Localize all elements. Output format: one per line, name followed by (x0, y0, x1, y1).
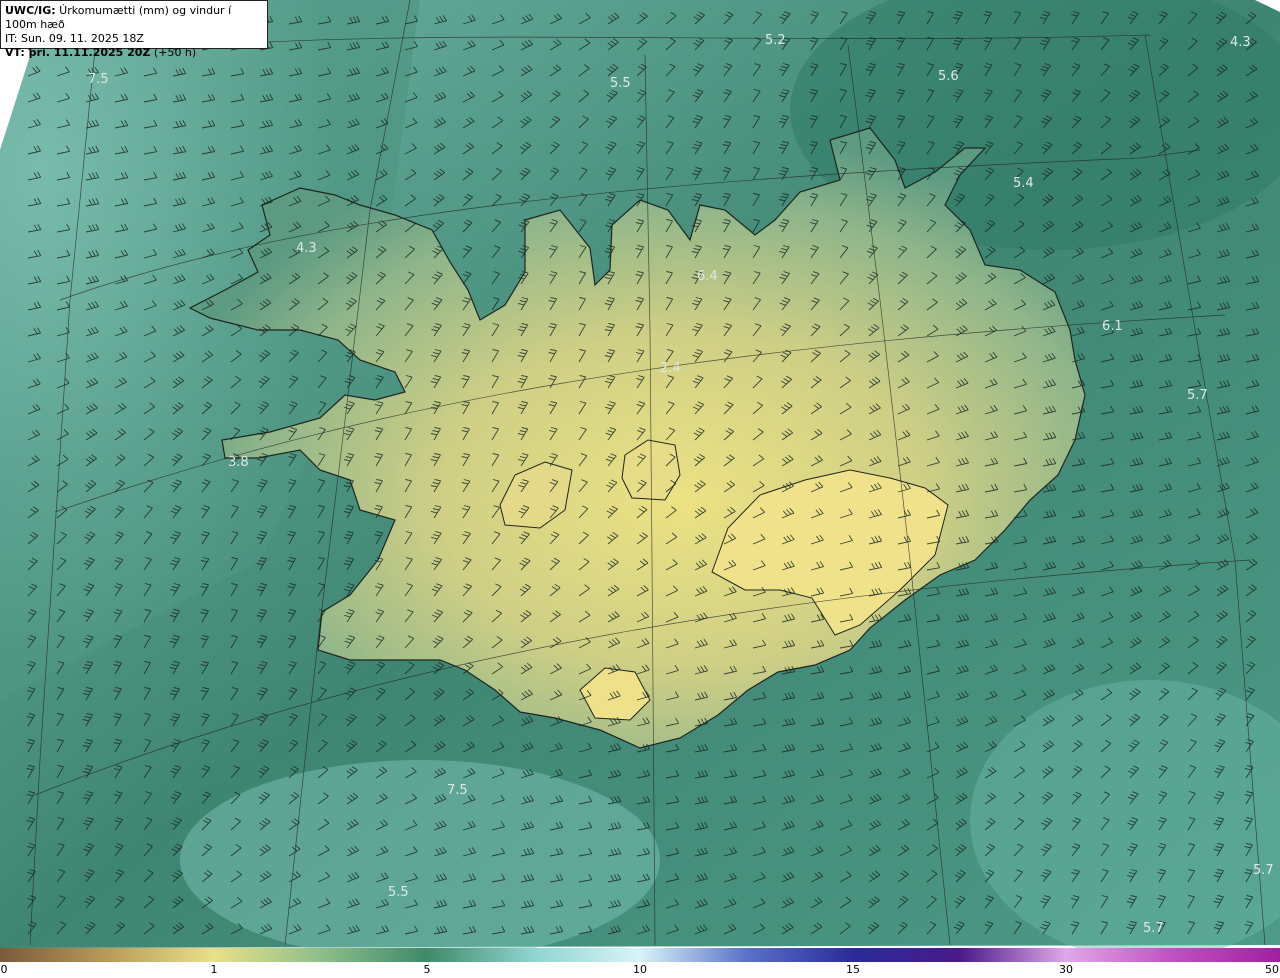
scale-tick: 10 (633, 963, 647, 976)
map-label: 5.7 (1253, 863, 1274, 878)
map-label: 6.1 (1102, 319, 1123, 334)
valid-time: þri. 11.11.2025 20Z (24, 46, 151, 59)
valid-prefix: VT: (5, 46, 25, 59)
colour-scale-labels: 0 1 5 10 15 30 50 (0, 962, 1280, 978)
map-label: 7.5 (88, 72, 109, 87)
scale-tick: 15 (846, 963, 860, 976)
map-info-box: UWC/IG: Úrkomumætti (mm) og vindur í 100… (0, 0, 268, 59)
scale-tick: 5 (423, 963, 431, 976)
title-line: UWC/IG: Úrkomumætti (mm) og vindur í 100… (5, 4, 263, 32)
map-label: 5.5 (610, 76, 631, 91)
map-label: 5.7 (1187, 388, 1208, 403)
map-label: 6.4 (697, 269, 718, 284)
map-label: 4.3 (296, 241, 317, 256)
scale-tick: 30 (1059, 963, 1073, 976)
model-name: UWC/IG: (5, 4, 56, 17)
map-label: 5.6 (938, 69, 959, 84)
valid-time-line: VT: þri. 11.11.2025 20Z (+50 h) (5, 46, 263, 60)
weather-map: 5.2 4.3 7.5 5.5 5.6 5.4 4.3 6.4 6.1 5.7 … (0, 0, 1280, 962)
scale-tick: 50 (1265, 963, 1279, 976)
forecast-offset: (+50 h) (150, 46, 197, 59)
map-label: 7.5 (447, 783, 468, 798)
issue-time: IT: Sun. 09. 11. 2025 18Z (5, 32, 144, 45)
map-label: 5.5 (388, 885, 409, 900)
map-label: 5.2 (765, 33, 786, 48)
map-label: 5.4 (1013, 176, 1034, 191)
map-label: 2.4 (660, 361, 681, 376)
map-label: 3.8 (228, 455, 249, 470)
map-label: 4.3 (1230, 35, 1251, 50)
map-label: 5.7 (1143, 921, 1164, 936)
colour-scale-bar (0, 948, 1280, 962)
south-sea-shading (180, 760, 660, 960)
scale-tick: 1 (210, 963, 218, 976)
scale-tick: 0 (0, 963, 8, 976)
